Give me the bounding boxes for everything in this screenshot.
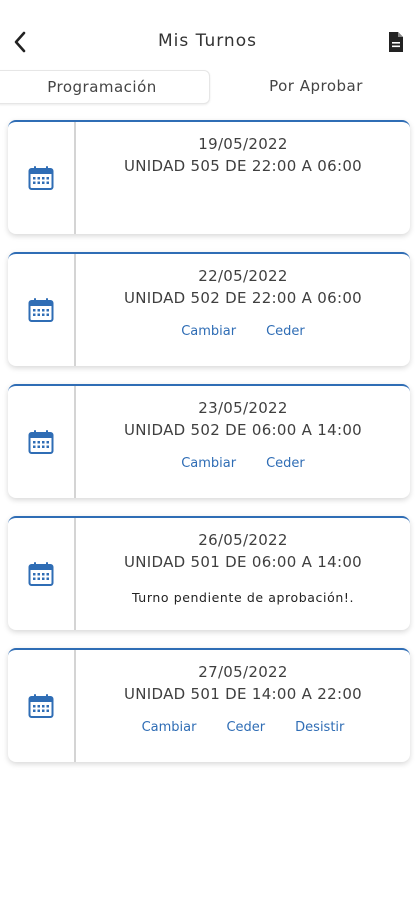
document-icon	[389, 32, 403, 52]
page-title: Mis Turnos	[158, 31, 257, 51]
shift-description: UNIDAD 505 DE 22:00 A 06:00	[123, 157, 363, 175]
calendar-icon	[28, 166, 54, 190]
tab-programacion[interactable]: Programación	[0, 70, 210, 104]
shift-description: UNIDAD 501 DE 14:00 A 22:00	[123, 685, 363, 703]
shift-actions: Cambiar Ceder	[76, 456, 410, 471]
shift-actions: Cambiar Ceder	[76, 324, 410, 339]
calendar-icon	[28, 562, 54, 586]
app-header: Mis Turnos	[0, 0, 415, 78]
ceder-button[interactable]: Ceder	[226, 720, 265, 735]
desistir-button[interactable]: Desistir	[295, 720, 344, 735]
shift-card[interactable]: 27/05/2022 UNIDAD 501 DE 14:00 A 22:00 C…	[8, 648, 410, 762]
shift-card[interactable]: 22/05/2022 UNIDAD 502 DE 22:00 A 06:00 C…	[8, 252, 410, 366]
calendar-icon	[28, 694, 54, 718]
document-button[interactable]	[387, 31, 405, 53]
card-icon-area	[8, 122, 76, 234]
shift-card[interactable]: 23/05/2022 UNIDAD 502 DE 06:00 A 14:00 C…	[8, 384, 410, 498]
ceder-button[interactable]: Ceder	[266, 456, 305, 471]
shift-date: 23/05/2022	[198, 399, 288, 417]
tab-por-aprobar[interactable]: Por Aprobar	[212, 70, 415, 102]
card-body: 19/05/2022 UNIDAD 505 DE 22:00 A 06:00	[76, 122, 410, 175]
pending-status: Turno pendiente de aprobación!.	[131, 590, 355, 605]
shift-date: 27/05/2022	[198, 663, 288, 681]
card-icon-area	[8, 386, 76, 498]
card-body: 27/05/2022 UNIDAD 501 DE 14:00 A 22:00 C…	[76, 650, 410, 735]
cambiar-button[interactable]: Cambiar	[181, 324, 236, 339]
shift-card[interactable]: 26/05/2022 UNIDAD 501 DE 06:00 A 14:00 T…	[8, 516, 410, 630]
shift-description: UNIDAD 501 DE 06:00 A 14:00	[123, 553, 363, 571]
shift-actions: Cambiar Ceder Desistir	[76, 720, 410, 735]
card-body: 23/05/2022 UNIDAD 502 DE 06:00 A 14:00 C…	[76, 386, 410, 471]
shift-date: 22/05/2022	[198, 267, 288, 285]
card-body: 22/05/2022 UNIDAD 502 DE 22:00 A 06:00 C…	[76, 254, 410, 339]
card-icon-area	[8, 254, 76, 366]
tab-bar: Programación Por Aprobar	[0, 70, 415, 104]
calendar-icon	[28, 298, 54, 322]
shift-list: 19/05/2022 UNIDAD 505 DE 22:00 A 06:00 2…	[8, 120, 410, 780]
shift-date: 19/05/2022	[198, 135, 288, 153]
shift-description: UNIDAD 502 DE 22:00 A 06:00	[123, 289, 363, 307]
shift-card[interactable]: 19/05/2022 UNIDAD 505 DE 22:00 A 06:00	[8, 120, 410, 234]
card-icon-area	[8, 518, 76, 630]
card-body: 26/05/2022 UNIDAD 501 DE 06:00 A 14:00 T…	[76, 518, 410, 605]
ceder-button[interactable]: Ceder	[266, 324, 305, 339]
cambiar-button[interactable]: Cambiar	[181, 456, 236, 471]
calendar-icon	[28, 430, 54, 454]
shift-description: UNIDAD 502 DE 06:00 A 14:00	[123, 421, 363, 439]
cambiar-button[interactable]: Cambiar	[142, 720, 197, 735]
shift-date: 26/05/2022	[198, 531, 288, 549]
card-icon-area	[8, 650, 76, 762]
